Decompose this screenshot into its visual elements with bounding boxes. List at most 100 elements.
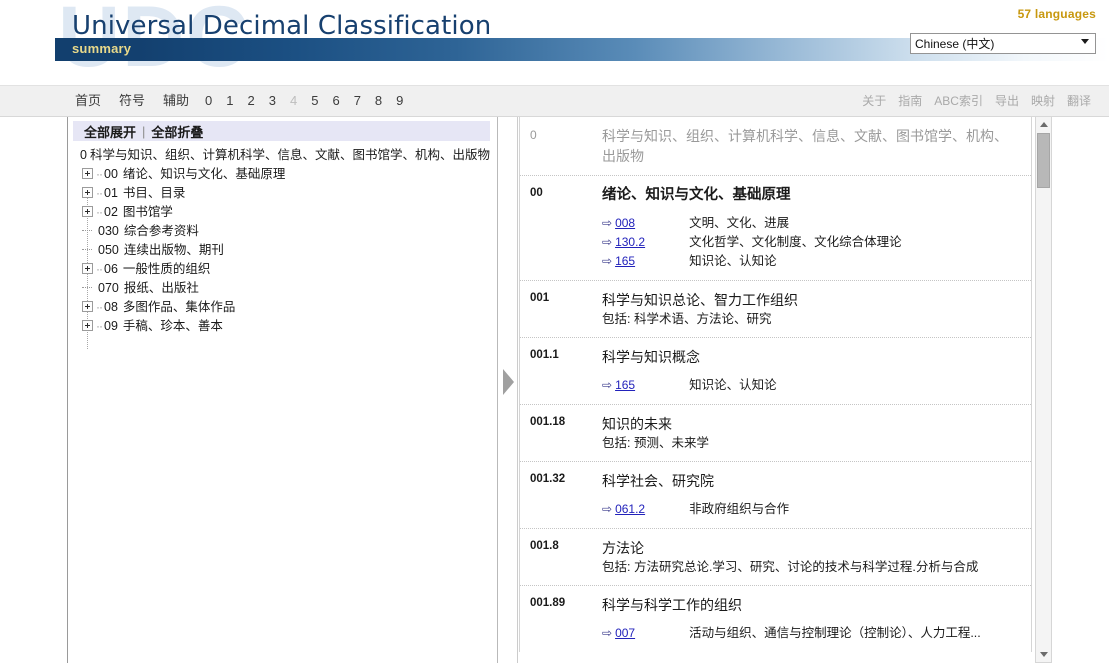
collapse-all-link[interactable]: 全部折叠 xyxy=(145,122,209,141)
expand-plus-icon[interactable] xyxy=(82,187,93,198)
see-also-row: ⇨ 007 活动与组织、通信与控制理论（控制论）、人力工程... xyxy=(602,624,1021,642)
nav-class-1[interactable]: 1 xyxy=(219,86,240,116)
tree-connector-icon: ·· xyxy=(96,186,103,200)
tree-node-06[interactable]: ·· 06 一般性质的组织 xyxy=(73,260,493,279)
navbar-secondary-links: 关于 指南 ABC索引 导出 映射 翻译 xyxy=(856,86,1097,116)
tree-node-02[interactable]: ·· 02 图书馆学 xyxy=(73,203,493,222)
tree-root-label: 科学与知识、组织、计算机科学、信息、文献、图书馆学、机构、出版物 xyxy=(89,148,490,162)
record-body: 科学与知识、组织、计算机科学、信息、文献、图书馆学、机构、出版物 xyxy=(602,126,1031,166)
header-left-gutter xyxy=(0,0,55,85)
see-also-text: 知识论、认知论 xyxy=(689,378,777,392)
nav-util-link-4[interactable]: 映射 xyxy=(1025,86,1061,116)
nav-class-3[interactable]: 3 xyxy=(262,86,283,116)
see-also-list: ⇨ 008 文明、文化、进展 ⇨ 130.2 文化哲学、文化制度、文化综合体理论 ⇨ 165 知… xyxy=(602,214,1021,270)
see-also-code-link[interactable]: 007 xyxy=(615,624,689,642)
record-includes: 包括: 科学术语、方法论、研究 xyxy=(602,312,772,326)
see-also-code-link[interactable]: 165 xyxy=(615,376,689,394)
see-also-code-link[interactable]: 130.2 xyxy=(615,233,689,251)
tree-node-050[interactable]: 050 连续出版物、期刊 xyxy=(73,241,493,260)
tree-node-code: 050 xyxy=(98,243,119,257)
tree-connector-icon: ·· xyxy=(96,262,103,276)
record-body: 方法论 包括: 方法研究总论.学习、研究、讨论的技术与科学过程.分析与合成 xyxy=(602,538,1031,576)
see-also-arrow-icon: ⇨ xyxy=(602,626,613,640)
record-title: 知识的未来 xyxy=(602,416,672,432)
tree-node-label: 连续出版物、期刊 xyxy=(123,243,224,257)
see-also-text: 活动与组织、通信与控制理论（控制论）、人力工程... xyxy=(689,626,981,640)
language-count-label: 57 languages xyxy=(1017,7,1096,21)
records-scrollbar[interactable] xyxy=(1035,117,1052,663)
panel-splitter[interactable] xyxy=(499,117,518,663)
record-code[interactable]: 001.1 xyxy=(520,347,602,395)
nav-class-7[interactable]: 7 xyxy=(347,86,368,116)
record-code[interactable]: 001 xyxy=(520,290,602,328)
main-area: 全部展开 | 全部折叠 0 科学与知识、组织、计算机科学、信息、文献、图书馆学、机… xyxy=(0,117,1109,663)
scrollbar-thumb[interactable] xyxy=(1037,133,1050,188)
language-select[interactable]: Chinese (中文) xyxy=(910,33,1096,54)
see-also-row: ⇨ 165 知识论、认知论 xyxy=(602,252,1021,270)
tree-node-label: 多图作品、集体作品 xyxy=(122,300,236,314)
main-navbar: 首页 符号 辅助 0 1 2 3 4 5 6 7 8 9 关于 指南 ABC索引 导出 映射 翻译 xyxy=(0,85,1109,117)
tree-node-030[interactable]: 030 综合参考资料 xyxy=(73,222,493,241)
see-also-code-link[interactable]: 165 xyxy=(615,252,689,270)
expand-plus-icon[interactable] xyxy=(82,263,93,274)
record-code[interactable]: 001.18 xyxy=(520,414,602,452)
see-also-list: ⇨ 007 活动与组织、通信与控制理论（控制论）、人力工程... xyxy=(602,624,1021,642)
left-rail xyxy=(0,117,68,663)
record-title: 科学与科学工作的组织 xyxy=(602,597,742,613)
nav-util-link-5[interactable]: 翻译 xyxy=(1061,86,1097,116)
records-panel: 0 科学与知识、组织、计算机科学、信息、文献、图书馆学、机构、出版物 00 绪论、知识… xyxy=(519,117,1109,663)
see-also-row: ⇨ 130.2 文化哲学、文化制度、文化综合体理论 xyxy=(602,233,1021,251)
expand-plus-icon[interactable] xyxy=(82,320,93,331)
nav-class-6[interactable]: 6 xyxy=(325,86,346,116)
nav-class-8[interactable]: 8 xyxy=(368,86,389,116)
nav-link-1[interactable]: 符号 xyxy=(110,86,154,116)
scroll-up-button[interactable] xyxy=(1036,117,1051,132)
expand-all-link[interactable]: 全部展开 xyxy=(78,122,142,141)
nav-class-2[interactable]: 2 xyxy=(241,86,262,116)
nav-class-9[interactable]: 9 xyxy=(389,86,410,116)
see-also-arrow-icon: ⇨ xyxy=(602,378,613,392)
nav-class-0[interactable]: 0 xyxy=(198,86,219,116)
record-code[interactable]: 001.89 xyxy=(520,595,602,643)
record-body: 绪论、知识与文化、基础原理 ⇨ 008 文明、文化、进展 ⇨ 130.2 文化哲学、文化制度… xyxy=(602,185,1031,271)
see-also-arrow-icon: ⇨ xyxy=(602,254,613,268)
tree-node-01[interactable]: ·· 01 书目、目录 xyxy=(73,184,493,203)
see-also-arrow-icon: ⇨ xyxy=(602,502,613,516)
records-list: 0 科学与知识、组织、计算机科学、信息、文献、图书馆学、机构、出版物 00 绪论、知识… xyxy=(519,117,1032,652)
scroll-down-button[interactable] xyxy=(1036,647,1051,662)
record-code[interactable]: 001.8 xyxy=(520,538,602,576)
expand-plus-icon[interactable] xyxy=(82,301,93,312)
tree-toolbar: 全部展开 | 全部折叠 xyxy=(72,120,491,142)
nav-class-5[interactable]: 5 xyxy=(304,86,325,116)
triangle-up-icon xyxy=(1040,122,1048,127)
see-also-code-link[interactable]: 008 xyxy=(615,214,689,232)
record-title: 科学与知识、组织、计算机科学、信息、文献、图书馆学、机构、出版物 xyxy=(602,128,1008,164)
record-row: 001.89 科学与科学工作的组织 ⇨ 007 活动与组织、通信与控制理论（控制论）、人… xyxy=(520,586,1031,652)
see-also-text: 文明、文化、进展 xyxy=(689,216,790,230)
tree-node-070[interactable]: 070 报纸、出版社 xyxy=(73,279,493,298)
classification-tree-panel: 全部展开 | 全部折叠 0 科学与知识、组织、计算机科学、信息、文献、图书馆学、机… xyxy=(69,117,498,663)
tree-root-node[interactable]: 0 科学与知识、组织、计算机科学、信息、文献、图书馆学、机构、出版物 xyxy=(73,146,493,165)
nav-link-0[interactable]: 首页 xyxy=(66,86,110,116)
record-code[interactable]: 0 xyxy=(520,126,602,166)
nav-util-link-3[interactable]: 导出 xyxy=(989,86,1025,116)
record-code[interactable]: 00 xyxy=(520,185,602,271)
tree-node-code: 00 xyxy=(104,167,118,181)
splitter-collapse-arrow-icon[interactable] xyxy=(503,369,514,395)
see-also-code-link[interactable]: 061.2 xyxy=(615,500,689,518)
expand-plus-icon[interactable] xyxy=(82,206,93,217)
tree-node-label: 一般性质的组织 xyxy=(122,262,211,276)
tree-node-code: 02 xyxy=(104,205,118,219)
tree-node-09[interactable]: ·· 09 手稿、珍本、善本 xyxy=(73,317,493,336)
content-right-fill xyxy=(1053,117,1109,663)
nav-util-link-2[interactable]: ABC索引 xyxy=(928,86,989,116)
tree-node-00[interactable]: ·· 00 绪论、知识与文化、基础原理 xyxy=(73,165,493,184)
nav-link-2[interactable]: 辅助 xyxy=(154,86,198,116)
language-selector-wrap[interactable]: Chinese (中文) xyxy=(910,33,1096,54)
record-code[interactable]: 001.32 xyxy=(520,471,602,519)
record-body: 科学与科学工作的组织 ⇨ 007 活动与组织、通信与控制理论（控制论）、人力工程... xyxy=(602,595,1031,643)
expand-plus-icon[interactable] xyxy=(82,168,93,179)
nav-util-link-0[interactable]: 关于 xyxy=(856,86,892,116)
tree-node-08[interactable]: ·· 08 多图作品、集体作品 xyxy=(73,298,493,317)
nav-util-link-1[interactable]: 指南 xyxy=(892,86,928,116)
